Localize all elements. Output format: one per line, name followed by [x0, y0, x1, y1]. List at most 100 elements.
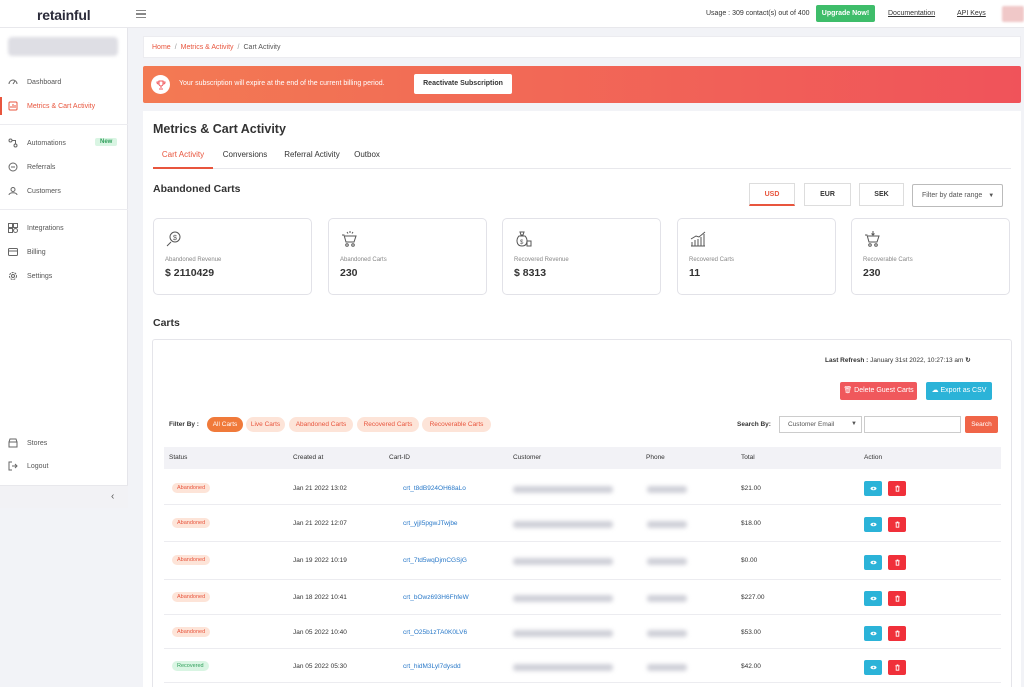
view-button[interactable] [864, 626, 882, 641]
tab-conversions[interactable]: Conversions [217, 149, 273, 169]
delete-button[interactable] [888, 626, 906, 641]
column-header: Customer [513, 454, 542, 461]
abandoned-carts-title: Abandoned Carts [153, 183, 241, 195]
customer-phone [647, 595, 687, 602]
menu-toggle-icon[interactable] [136, 10, 146, 18]
delete-button[interactable] [888, 591, 906, 606]
breadcrumb-current: Cart Activity [243, 43, 281, 51]
created-at: Jan 05 2022 10:40 [293, 629, 347, 636]
cart-total: $18.00 [741, 520, 761, 527]
sidebar-item-referrals[interactable]: Referrals [0, 158, 128, 176]
filter-all-carts[interactable]: All Carts [207, 417, 243, 432]
trash-icon [894, 485, 900, 492]
new-badge: New [95, 138, 118, 146]
sidebar-item-integrations[interactable]: Integrations [0, 219, 128, 237]
customer-email [513, 558, 613, 565]
sidebar-item-settings[interactable]: Settings [0, 267, 128, 285]
view-button[interactable] [864, 555, 882, 570]
tab-outbox[interactable]: Outbox [351, 149, 383, 169]
date-range-filter[interactable]: Filter by date range ▼ [912, 184, 1003, 207]
delete-guest-carts-label: Delete Guest Carts [854, 387, 914, 394]
metric-card-recovered-revenue: $ Recovered Revenue $ 8313 [502, 218, 661, 295]
search-by-label: Search By: [737, 421, 771, 428]
column-header: Created at [293, 454, 324, 461]
sidebar-item-label: Stores [27, 439, 48, 447]
metric-label: Abandoned Carts [340, 257, 387, 263]
sidebar-item-billing[interactable]: Billing [0, 243, 128, 261]
upgrade-button[interactable]: Upgrade Now! [816, 5, 875, 22]
breadcrumb: Home / Metrics & Activity / Cart Activit… [143, 36, 1021, 58]
sidebar-item-customers[interactable]: Customers [0, 182, 128, 200]
sidebar-item-stores[interactable]: Stores [0, 434, 128, 452]
currency-sek-button[interactable]: SEK [859, 183, 904, 206]
reactivate-subscription-button[interactable]: Reactivate Subscription [414, 74, 512, 94]
api-keys-link[interactable]: API Keys [957, 10, 986, 17]
breadcrumb-home[interactable]: Home [152, 44, 171, 51]
cloud-download-icon: ☁ [931, 387, 939, 394]
tab-referral-activity[interactable]: Referral Activity [279, 149, 345, 169]
delete-button[interactable] [888, 481, 906, 496]
refresh-icon[interactable]: ↻ [965, 357, 970, 364]
sidebar-item-logout[interactable]: Logout [0, 457, 128, 475]
user-avatar[interactable] [1002, 6, 1024, 22]
breadcrumb-metrics[interactable]: Metrics & Activity [181, 44, 234, 51]
cart-id-link[interactable]: crt_yjjI5pgwJTwjbe [403, 520, 458, 527]
sidebar-item-label: Logout [27, 462, 49, 470]
store-selector[interactable] [8, 37, 118, 56]
sidebar-item-automations[interactable]: Automations New [0, 134, 128, 152]
delete-guest-carts-button[interactable]: 🗑 Delete Guest Carts [840, 382, 917, 400]
tab-cart-activity[interactable]: Cart Activity [153, 149, 213, 169]
created-at: Jan 18 2022 10:41 [293, 594, 347, 601]
delete-button[interactable] [888, 517, 906, 532]
currency-usd-button[interactable]: USD [749, 183, 795, 206]
svg-text:$: $ [173, 235, 177, 242]
delete-button[interactable] [888, 660, 906, 675]
metric-card-abandoned-carts: Abandoned Carts 230 [328, 218, 487, 295]
table-row: Abandoned Jan 21 2022 12:07 crt_yjjI5pgw… [164, 505, 1001, 542]
view-button[interactable] [864, 481, 882, 496]
export-csv-button[interactable]: ☁ Export as CSV [926, 382, 992, 400]
revenue-icon: $ [166, 231, 181, 247]
filter-recoverable-carts[interactable]: Recoverable Carts [422, 417, 491, 432]
delete-button[interactable] [888, 555, 906, 570]
cart-id-link[interactable]: crt_t8dB924OH68aLo [403, 485, 466, 492]
search-input[interactable] [864, 416, 961, 433]
cart-id-link[interactable]: crt_7td5wqDjmCGSjG [403, 557, 467, 564]
documentation-link[interactable]: Documentation [888, 10, 935, 17]
chevron-left-icon: ‹ [111, 491, 115, 502]
view-button[interactable] [864, 660, 882, 675]
currency-eur-button[interactable]: EUR [804, 183, 851, 206]
subscription-banner: Your subscription will expire at the end… [143, 66, 1021, 103]
customer-phone [647, 486, 687, 493]
customer-email [513, 630, 613, 637]
sidebar-item-label: Integrations [27, 224, 64, 232]
metric-label: Abandoned Revenue [165, 257, 222, 263]
sidebar-item-dashboard[interactable]: Dashboard [0, 73, 128, 91]
sidebar-item-metrics[interactable]: Metrics & Cart Activity [0, 97, 128, 115]
customer-phone [647, 630, 687, 637]
sidebar-collapse-button[interactable]: ‹ [0, 485, 128, 508]
tab-bar: Cart Activity Conversions Referral Activ… [153, 149, 1011, 169]
cart-id-link[interactable]: crt_hidM3Lyl7dysdd [403, 663, 461, 670]
customers-icon [8, 186, 18, 196]
customer-phone [647, 664, 687, 671]
filter-live-carts[interactable]: Live Carts [246, 417, 285, 432]
column-header: Status [169, 454, 188, 461]
last-refresh-value: January 31st 2022, 10:27:13 am [870, 357, 964, 364]
view-button[interactable] [864, 591, 882, 606]
view-button[interactable] [864, 517, 882, 532]
app-logo[interactable]: retainful [37, 7, 91, 23]
automations-icon [8, 138, 18, 148]
search-field-select[interactable]: Customer Email ▼ [779, 416, 862, 433]
last-refresh-label: Last Refresh : [825, 357, 869, 364]
filter-recovered-carts[interactable]: Recovered Carts [357, 417, 419, 432]
cart-id-link[interactable]: crt_bOwz693H6FhfeW [403, 594, 469, 601]
cart-down-icon [865, 231, 880, 247]
metric-card-recoverable-carts: Recoverable Carts 230 [851, 218, 1010, 295]
filter-abandoned-carts[interactable]: Abandoned Carts [289, 417, 353, 432]
trash-icon: 🗑 [843, 387, 853, 394]
cart-id-link[interactable]: crt_O25b1zTA0K0LV6 [403, 629, 467, 636]
search-button[interactable]: Search [965, 416, 998, 433]
trash-icon [894, 521, 900, 528]
eye-icon [869, 631, 877, 636]
